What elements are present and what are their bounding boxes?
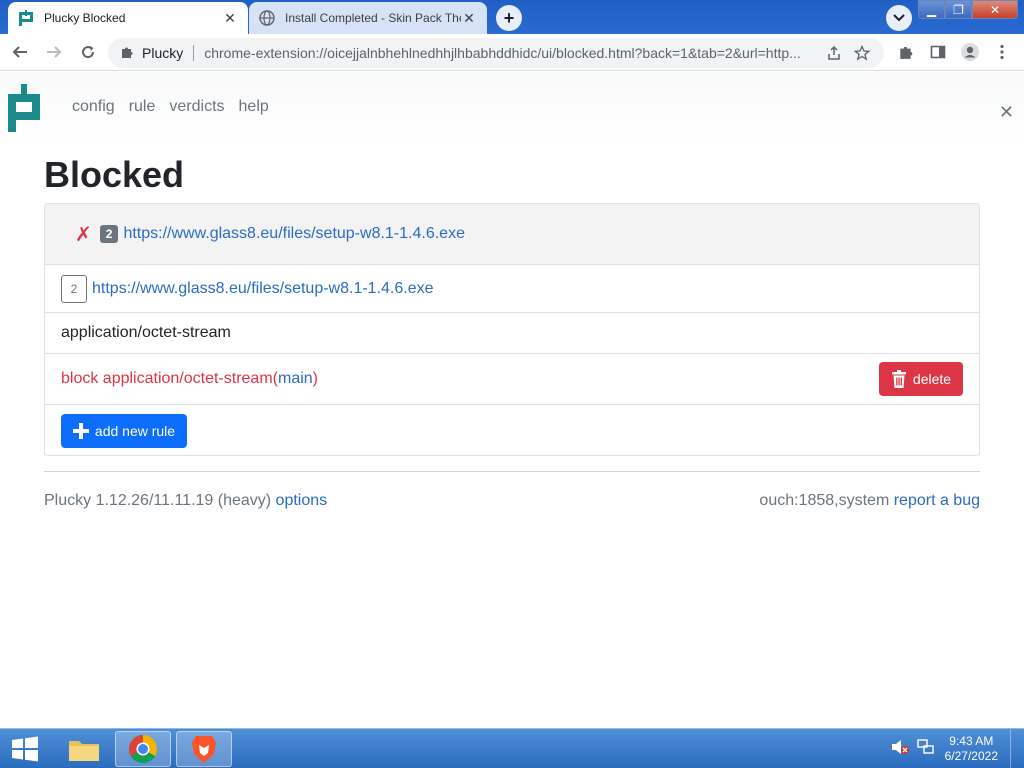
tab-install-completed[interactable]: Install Completed - Skin Pack The ✕ [249,2,487,34]
chrome-icon [129,735,157,763]
tab-title: Plucky Blocked [44,11,126,25]
bookmark-star-icon[interactable] [848,39,876,67]
volume-muted-icon[interactable] [891,739,909,760]
rule-text: block application/octet-stream [61,370,273,387]
plucky-icon [18,10,34,26]
options-link[interactable]: options [276,492,328,509]
window-controls: ▁ ❐ ✕ [918,0,1018,19]
tab-plucky-blocked[interactable]: Plucky Blocked ✕ [8,2,248,34]
tab-count-badge: 2 [99,225,119,243]
nav-verdicts[interactable]: verdicts [169,98,224,116]
nav-links: config rule verdicts help [72,98,269,116]
add-rule-row: add new rule [45,405,979,455]
plucky-logo[interactable] [8,84,40,132]
network-icon[interactable] [916,738,935,760]
folder-icon [69,741,99,761]
clock-time: 9:43 AM [949,734,994,748]
brave-lion-icon [192,736,216,763]
arrow-left-icon [12,46,27,58]
version-text: Plucky 1.12.26/11.11.19 (heavy) [44,492,276,509]
tab-strip: Plucky Blocked ✕ Install Completed - Ski… [0,0,1024,34]
request-row: 2 https://www.glass8.eu/files/setup-w8.1… [45,265,979,313]
new-tab-button[interactable]: + [496,5,522,31]
add-new-rule-button[interactable]: add new rule [61,414,187,448]
blocked-url-link[interactable]: https://www.glass8.eu/files/setup-w8.1-1… [123,225,465,243]
blocked-x-icon: ✗ [75,223,92,246]
extension-name: Plucky [142,45,184,61]
minimize-button[interactable]: ▁ [918,0,945,19]
reload-icon [82,46,95,59]
reload-button[interactable] [74,38,102,66]
extensions-puzzle-icon[interactable] [890,38,922,66]
rule-close-paren: ) [312,370,318,387]
tab-search-button[interactable] [886,5,912,31]
forward-button[interactable] [40,38,68,66]
report-bug-link[interactable]: report a bug [894,492,980,509]
request-url-link[interactable]: https://www.glass8.eu/files/setup-w8.1-1… [92,280,434,298]
window-close-button[interactable]: ✕ [972,0,1018,19]
system-info-text: ouch:1858,system [759,492,894,509]
profile-avatar-icon[interactable] [954,38,986,66]
plus-icon [72,423,89,439]
globe-icon [259,10,275,26]
url-text[interactable]: chrome-extension://oicejjalnbhehlnedhhjl… [204,45,820,61]
blocked-card-header: ✗ 2 https://www.glass8.eu/files/setup-w8… [45,204,979,265]
side-panel-icon[interactable] [922,38,954,66]
nav-help[interactable]: help [239,98,269,116]
share-icon[interactable] [820,39,848,67]
delete-label: delete [912,371,952,387]
windows-logo-icon [12,736,38,762]
puzzle-icon [120,45,134,62]
taskbar-chrome[interactable] [115,731,171,767]
kebab-menu-icon[interactable] [986,38,1018,66]
add-new-rule-label: add new rule [94,423,176,439]
mime-type-row: application/octet-stream [45,313,979,354]
nav-config[interactable]: config [72,98,115,116]
delete-rule-button[interactable]: delete [879,362,963,396]
page-content: config rule verdicts help ✕ Blocked ✗ 2 … [0,72,1024,728]
tab-title: Install Completed - Skin Pack The [285,11,461,25]
address-bar[interactable]: Plucky chrome-extension://oicejjalnbhehl… [108,38,884,68]
taskbar-clock[interactable]: 9:43 AM 6/27/2022 [945,734,998,764]
rule-row: block application/octet-stream (main) de… [45,354,979,405]
chevron-down-icon [893,14,905,22]
restore-button[interactable]: ❐ [945,0,972,19]
trash-icon [891,370,906,388]
omnibox-separator [193,45,195,61]
footer-version: Plucky 1.12.26/11.11.19 (heavy) options [44,492,327,510]
mime-type-text: application/octet-stream [61,324,231,341]
system-tray: 9:43 AM 6/27/2022 [891,729,1024,768]
toolbar-right [890,38,1018,66]
show-desktop-button[interactable] [1010,729,1024,768]
browser-toolbar: Plucky chrome-extension://oicejjalnbhehl… [0,34,1024,71]
windows-taskbar: 9:43 AM 6/27/2022 [0,728,1024,768]
nav-rule[interactable]: rule [129,98,156,116]
taskbar-brave[interactable] [176,731,232,767]
tab-close-icon[interactable]: ✕ [222,10,238,26]
blocked-card: ✗ 2 https://www.glass8.eu/files/setup-w8… [44,203,980,456]
clock-date: 6/27/2022 [944,749,998,763]
footer-divider [44,471,980,472]
close-icon[interactable]: ✕ [999,102,1014,123]
tab-close-icon[interactable]: ✕ [461,10,477,26]
rule-scope-link[interactable]: main [278,370,313,388]
page-title: Blocked [44,154,185,195]
start-button[interactable] [0,729,50,768]
arrow-right-icon [47,46,62,58]
app-navbar: config rule verdicts help ✕ [0,72,1024,144]
back-button[interactable] [6,38,34,66]
footer-system: ouch:1858,system report a bug [759,492,980,510]
taskbar-file-explorer[interactable] [56,731,112,767]
request-count-badge: 2 [61,274,87,303]
